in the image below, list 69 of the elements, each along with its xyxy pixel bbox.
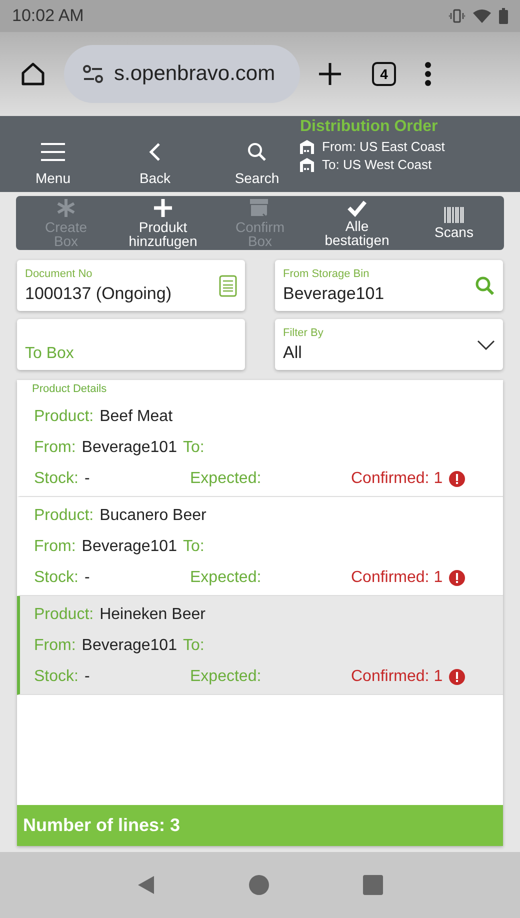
search-icon[interactable] (475, 276, 495, 296)
add-action-button[interactable]: Produkt hinzufugen (125, 198, 201, 248)
from-bin: Beverage101 (82, 637, 177, 655)
to-label: To: (182, 538, 204, 556)
from-bin: Beverage101 (82, 439, 177, 457)
warehouse-icon (300, 140, 314, 154)
chevron-down-icon (477, 340, 495, 350)
wifi-icon (473, 9, 491, 23)
status-time: 10:02 AM (12, 6, 84, 26)
to-warehouse: To: US West Coast (322, 157, 432, 172)
from-bin: Beverage101 (82, 538, 177, 556)
to-label: To: (182, 637, 204, 655)
storage-bin-field[interactable]: From Storage Bin Beverage101 (275, 260, 503, 311)
to-label: To: (182, 439, 204, 457)
expected-label: Expected: (190, 668, 262, 685)
product-item[interactable]: Product: Beef Meat From: Beverage101 To: Stock: - Expected: Confirmed: 1 (17, 398, 503, 497)
product-label: Product: (34, 606, 94, 624)
stock-value: - (84, 470, 90, 488)
vibrate-icon (449, 9, 465, 23)
confirmed-count: Confirmed: 1 (351, 470, 443, 488)
from-warehouse: From: US East Coast (322, 139, 445, 154)
product-item[interactable]: Product: Heineken Beer From: Beverage101 To: Stock: - Expected: Confirmed: 1 (17, 596, 503, 695)
expected-label: Expected: (190, 470, 262, 487)
order-title: Distribution Order (300, 118, 439, 136)
menu-icon (40, 142, 66, 162)
check-icon (347, 199, 367, 217)
document-icon[interactable] (219, 274, 237, 296)
site-settings-icon[interactable] (82, 65, 104, 83)
product-name: Beef Meat (100, 408, 173, 426)
asterisk-icon (56, 198, 76, 218)
stock-label: Stock: (34, 470, 78, 488)
stock-label: Stock: (34, 569, 78, 587)
address-bar[interactable]: s.openbravo.com (64, 45, 300, 103)
more-icon[interactable] (424, 62, 432, 86)
product-name: Heineken Beer (100, 606, 206, 624)
product-label: Product: (34, 507, 94, 525)
confirmed-count: Confirmed: 1 (351, 569, 443, 587)
from-label: From: (34, 439, 76, 457)
product-label: Product: (34, 408, 94, 426)
url-text: s.openbravo.com (114, 62, 276, 86)
menu-button[interactable]: Menu (18, 142, 88, 186)
home-nav-icon[interactable] (249, 875, 269, 895)
check-action-button[interactable]: Alle bestatigen (319, 199, 395, 247)
filter-dropdown[interactable]: Filter By All (275, 319, 503, 370)
back-icon (148, 142, 162, 162)
new-tab-icon[interactable] (318, 62, 342, 86)
to-box-field[interactable]: To Box (17, 319, 245, 370)
document-field[interactable]: Document No 1000137 (Ongoing) (17, 260, 245, 311)
back-button[interactable]: Back (120, 142, 190, 186)
warehouse-icon (300, 158, 314, 172)
search-button[interactable]: Search (222, 142, 292, 186)
home-icon[interactable] (20, 61, 46, 87)
from-label: From: (34, 538, 76, 556)
from-label: From: (34, 637, 76, 655)
search-icon (247, 142, 267, 162)
expected-label: Expected: (190, 569, 262, 586)
product-name: Bucanero Beer (100, 507, 206, 525)
stock-label: Stock: (34, 668, 78, 686)
barcode-action-button[interactable]: Scans (416, 207, 492, 239)
line-count-bar: Number of lines: 3 (17, 805, 503, 846)
barcode-icon (444, 207, 464, 223)
plus-icon (153, 198, 173, 218)
list-title: Product Details (31, 382, 108, 397)
back-nav-icon[interactable] (137, 875, 155, 895)
battery-icon (499, 8, 508, 24)
tab-count[interactable]: 4 (372, 62, 396, 86)
stock-value: - (84, 569, 90, 587)
confirmed-count: Confirmed: 1 (351, 668, 443, 686)
stock-value: - (84, 668, 90, 686)
